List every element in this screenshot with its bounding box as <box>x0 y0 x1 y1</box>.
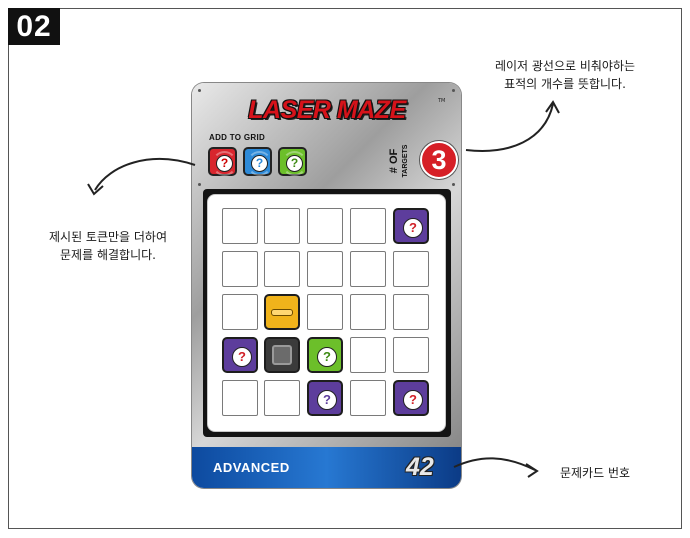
targets-note: 레이저 광선으로 비춰야하는 표적의 개수를 뜻합니다. <box>470 57 660 93</box>
tokens-note-line2: 문제를 해결합니다. <box>60 248 156 262</box>
arrowhead-icon <box>525 463 539 478</box>
tokens-note: 제시된 토큰만을 더하여 문제를 해결합니다. <box>28 228 188 264</box>
targets-arrow <box>465 103 554 152</box>
number-note: 문제카드 번호 <box>559 466 631 480</box>
number-arrow <box>453 457 536 471</box>
targets-note-line2: 표적의 개수를 뜻합니다. <box>504 77 626 91</box>
tokens-note-line1: 제시된 토큰만을 더하여 <box>48 230 168 244</box>
tokens-arrow <box>94 158 196 191</box>
targets-note-line1: 레이저 광선으로 비춰야하는 <box>494 59 636 73</box>
